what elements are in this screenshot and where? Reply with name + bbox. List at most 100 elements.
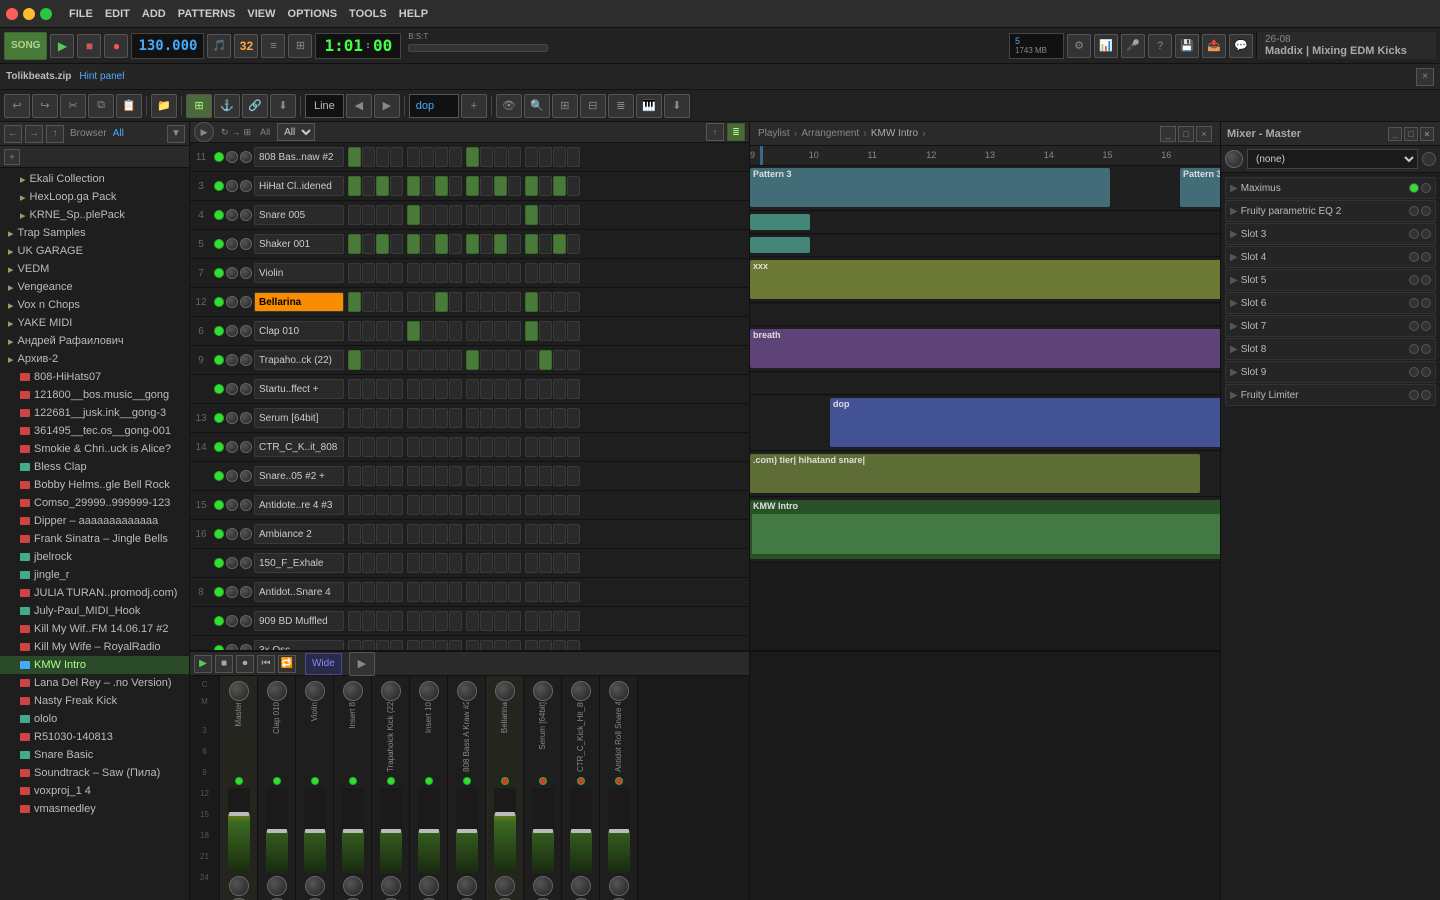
seq-vol-knob[interactable] [226, 267, 238, 279]
step-btn[interactable] [525, 263, 538, 283]
seq-vol-knob[interactable] [226, 151, 238, 163]
step-btn[interactable] [539, 263, 552, 283]
step-btn[interactable] [508, 640, 521, 650]
mixer-slot[interactable]: ▶ Slot 9 [1225, 361, 1436, 383]
mixer-close-btn[interactable]: × [1420, 127, 1434, 141]
menu-item-help[interactable]: HELP [394, 6, 433, 22]
dop-input[interactable]: dop [409, 94, 459, 118]
step-btn[interactable] [553, 176, 566, 196]
bm-fader-handle[interactable] [419, 829, 439, 833]
zoom-icon[interactable]: 🔍 [524, 94, 550, 118]
step-btn[interactable] [494, 582, 507, 602]
step-btn[interactable] [449, 495, 462, 515]
position-bar[interactable] [408, 44, 548, 52]
step-btn[interactable] [421, 582, 434, 602]
bm-eq-knob[interactable] [457, 681, 477, 701]
seq-active-dot[interactable] [214, 587, 224, 597]
step-btn[interactable] [539, 582, 552, 602]
step-btn[interactable] [567, 205, 580, 225]
minimize-button[interactable] [23, 8, 35, 20]
step-btn[interactable] [525, 321, 538, 341]
step-btn[interactable] [567, 176, 580, 196]
step-btn[interactable] [480, 495, 493, 515]
step-btn[interactable] [494, 495, 507, 515]
seq-active-dot[interactable] [214, 152, 224, 162]
browser-folder[interactable]: ▸Vengeance [0, 278, 189, 296]
step-btn[interactable] [421, 437, 434, 457]
step-btn[interactable] [480, 466, 493, 486]
step-btn[interactable] [480, 321, 493, 341]
step-btn[interactable] [539, 495, 552, 515]
browser-file[interactable]: Nasty Freak Kick [0, 692, 189, 710]
step-btn[interactable] [435, 611, 448, 631]
step-btn[interactable] [390, 147, 403, 167]
seq-vol-knob[interactable] [226, 325, 238, 337]
slot-enable[interactable] [1409, 229, 1419, 239]
step-btn[interactable] [539, 640, 552, 650]
browser-folder[interactable]: ▸YAKE MIDI [0, 314, 189, 332]
mic-icon[interactable]: 🎤 [1121, 34, 1145, 58]
step-btn[interactable] [480, 350, 493, 370]
browser-up[interactable]: ↑ [46, 125, 64, 143]
step-btn[interactable] [376, 437, 389, 457]
step-btn[interactable] [390, 176, 403, 196]
seq-pan-knob[interactable] [240, 238, 252, 250]
step-btn[interactable] [407, 176, 420, 196]
step-btn[interactable] [449, 408, 462, 428]
step-btn[interactable] [567, 263, 580, 283]
step-btn[interactable] [553, 524, 566, 544]
step-btn[interactable] [390, 234, 403, 254]
seq-active-dot[interactable] [214, 268, 224, 278]
step-btn[interactable] [525, 205, 538, 225]
step-btn[interactable] [348, 147, 361, 167]
seq-active-dot[interactable] [214, 500, 224, 510]
step-btn[interactable] [435, 176, 448, 196]
playlist-block[interactable]: Pattern 3 [1180, 168, 1220, 207]
step-btn[interactable] [480, 147, 493, 167]
step-btn[interactable] [421, 408, 434, 428]
step-btn[interactable] [407, 379, 420, 399]
step-btn[interactable] [348, 611, 361, 631]
step-btn[interactable] [466, 321, 479, 341]
step-btn[interactable] [421, 379, 434, 399]
step-btn[interactable] [449, 437, 462, 457]
mixer-slot[interactable]: ▶ Slot 8 [1225, 338, 1436, 360]
mixer-minimize[interactable]: _ [1388, 127, 1402, 141]
step-btn[interactable] [421, 466, 434, 486]
browser-file[interactable]: Bobby Helms..gle Bell Rock [0, 476, 189, 494]
step-btn[interactable] [508, 495, 521, 515]
step-btn[interactable] [466, 350, 479, 370]
filter-icon[interactable]: ⊞ [552, 94, 578, 118]
step-btn[interactable] [449, 147, 462, 167]
step-btn[interactable] [567, 640, 580, 650]
step-btn[interactable] [435, 263, 448, 283]
seq-active-dot[interactable] [214, 471, 224, 481]
step-btn[interactable] [348, 292, 361, 312]
slot-toggle[interactable] [1421, 206, 1431, 216]
bm-fader-handle[interactable] [533, 829, 553, 833]
step-btn[interactable] [376, 263, 389, 283]
browser-folder[interactable]: ▸Vox n Chops [0, 296, 189, 314]
step-btn[interactable] [567, 350, 580, 370]
step-btn[interactable] [348, 176, 361, 196]
bm-channel[interactable]: Antidot Roll Snare 4 #3 [600, 676, 638, 900]
step-btn[interactable] [480, 408, 493, 428]
playlist-track[interactable]: dop [750, 396, 1220, 451]
browser-file[interactable]: Comso_29999..999999-123 [0, 494, 189, 512]
browser-all[interactable]: All [113, 128, 124, 139]
step-btn[interactable] [553, 321, 566, 341]
step-btn[interactable] [407, 466, 420, 486]
step-btn[interactable] [539, 466, 552, 486]
stop-button[interactable]: ■ [77, 34, 101, 58]
step-btn[interactable] [390, 350, 403, 370]
step-btn[interactable] [390, 379, 403, 399]
seq-vol-knob[interactable] [226, 499, 238, 511]
stamp-icon[interactable]: ⬇ [270, 94, 296, 118]
song-button[interactable]: SONG [4, 32, 47, 60]
seq-ch-name[interactable]: 808 Bas..naw #2 [254, 147, 344, 167]
step-btn[interactable] [494, 640, 507, 650]
playlist-block[interactable]: Pattern 3 [750, 168, 1110, 207]
cut-icon[interactable]: ✂ [60, 94, 86, 118]
bm-channel[interactable]: Trapahoick Kick (22) [372, 676, 410, 900]
step-btn[interactable] [508, 611, 521, 631]
